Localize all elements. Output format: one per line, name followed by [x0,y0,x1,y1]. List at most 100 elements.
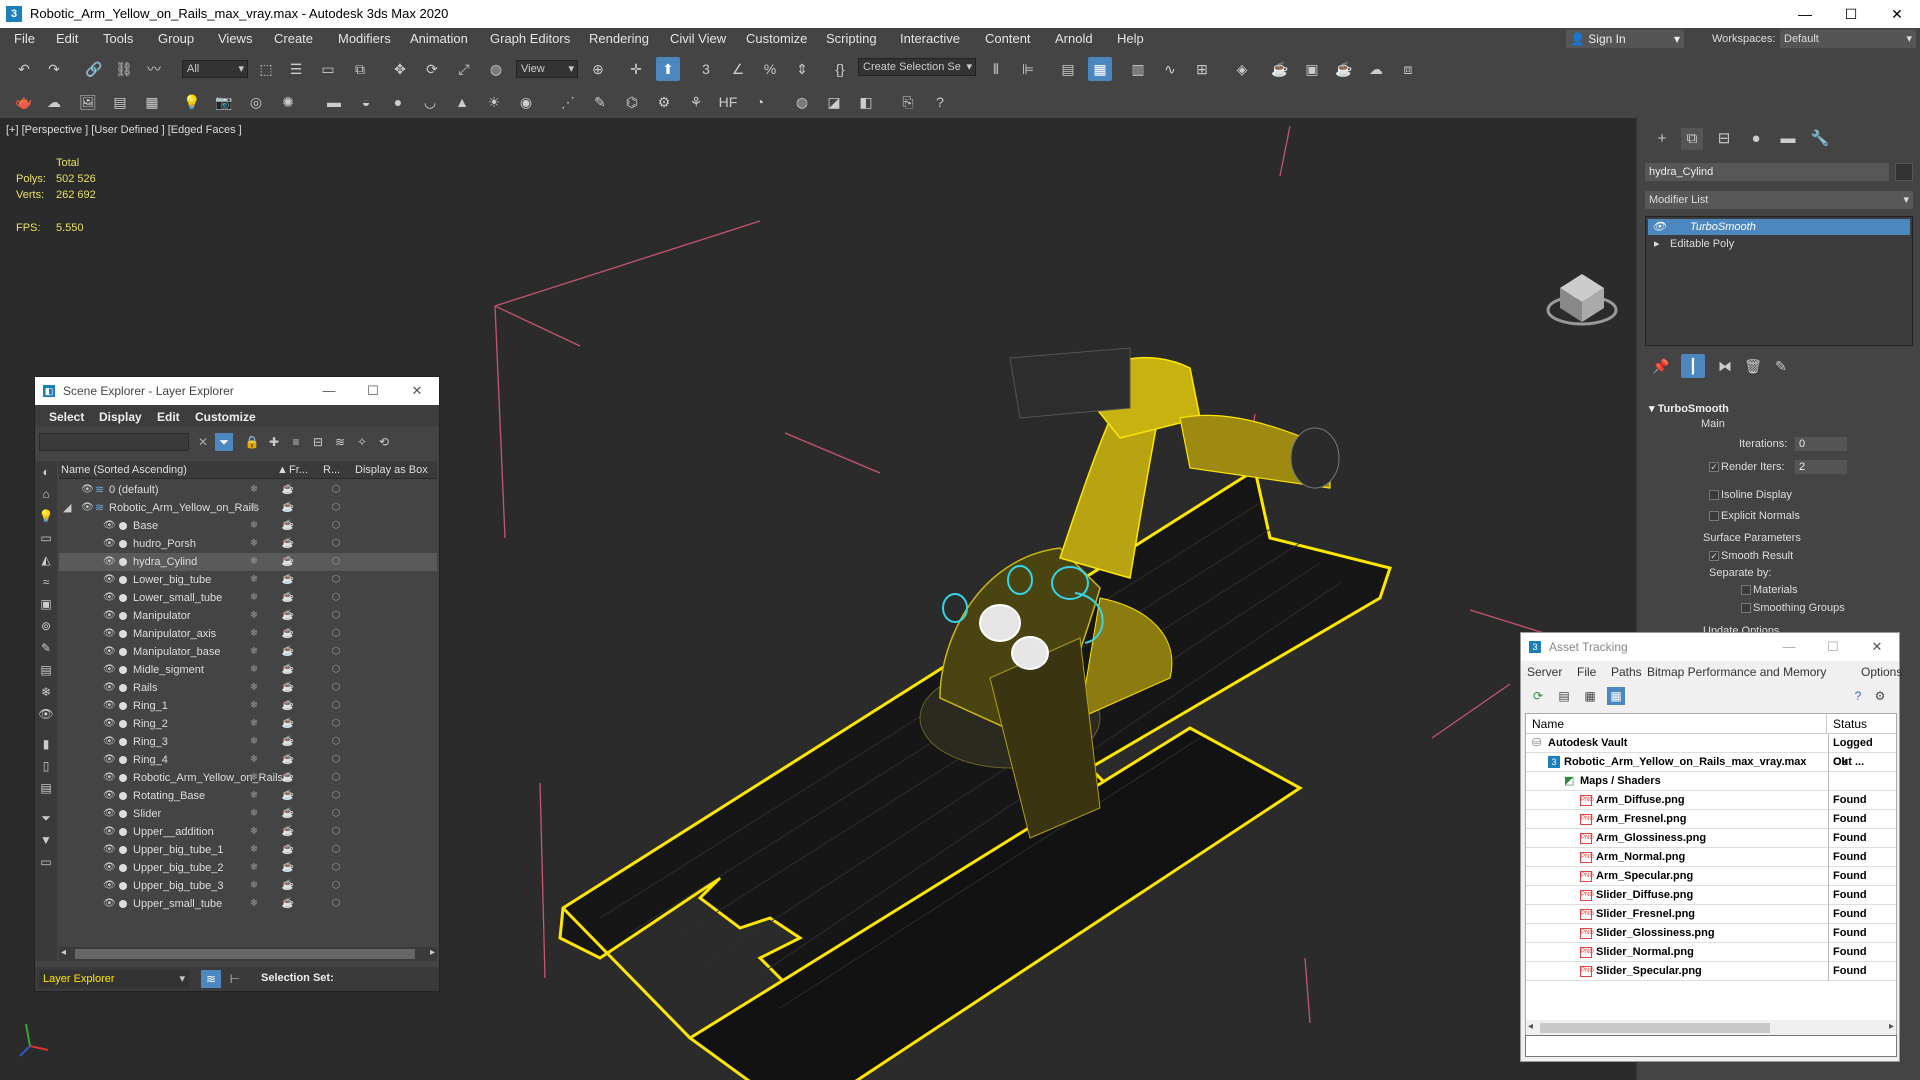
freeze-icon[interactable]: ❄ [247,787,261,805]
freeze-icon[interactable]: ❄ [247,697,261,715]
explicit-normals-checkbox[interactable] [1709,511,1719,521]
box-display-icon[interactable]: ⬡ [329,607,343,625]
render-icon[interactable]: ☕ [281,589,295,607]
camera-icon[interactable]: 📷 [212,90,236,114]
scroll-left-icon[interactable]: ◂ [1528,1021,1533,1032]
freeze-icon[interactable]: ❄ [247,643,261,661]
hair-icon[interactable]: HF [716,90,740,114]
modify-tab-icon[interactable]: ⧉ [1681,128,1703,150]
asset-row[interactable]: 3 Robotic_Arm_Yellow_on_Rails_max_vray.m… [1526,753,1896,772]
light-icon[interactable]: 💡 [180,90,204,114]
render-icon[interactable]: ☕ [281,553,295,571]
visibility-eye-icon[interactable]: 👁 [103,535,116,553]
object-row[interactable]: 👁 Upper_big_tube_3 ❄ ☕ ⬡ [59,877,437,895]
object-row[interactable]: 👁 Upper__addition ❄ ☕ ⬡ [59,823,437,841]
render-production-icon[interactable]: ☕ [1332,57,1356,81]
freeze-icon[interactable]: ❄ [247,715,261,733]
at-menu-file[interactable]: File [1577,665,1596,679]
menu-arnold[interactable]: Arnold [1055,31,1093,46]
menu-views[interactable]: Views [218,31,252,46]
make-unique-icon[interactable]: ⧓ [1713,354,1737,378]
teapot-icon[interactable]: 🫖 [12,90,36,114]
object-row[interactable]: 👁 Upper_big_tube_1 ❄ ☕ ⬡ [59,841,437,859]
cloud-icon[interactable]: ☁ [42,90,66,114]
box-display-icon[interactable]: ⬡ [329,499,343,517]
box-display-icon[interactable]: ⬡ [329,481,343,499]
proxy-icon[interactable]: ✎ [588,90,612,114]
visibility-eye-icon[interactable]: 👁 [103,895,116,913]
se-maximize-button[interactable]: ☐ [351,377,395,405]
object-row[interactable]: 👁 Base ❄ ☕ ⬡ [59,517,437,535]
render-icon[interactable]: ☕ [281,535,295,553]
particles-icon[interactable]: ✺ [276,90,300,114]
at-path-field[interactable] [1525,1035,1897,1057]
menu-civil-view[interactable]: Civil View [670,31,726,46]
layers-icon[interactable]: ≋ [331,433,349,451]
scroll-left-icon[interactable]: ◂ [61,947,66,958]
render-icon[interactable]: ☕ [281,733,295,751]
motion-tab-icon[interactable]: ● [1745,128,1767,150]
visibility-eye-icon[interactable]: 👁 [103,589,116,607]
display-tab-icon[interactable]: ▬ [1777,128,1799,150]
freeze-icon[interactable]: ❄ [247,733,261,751]
curve-editor-icon[interactable]: ∿ [1158,57,1182,81]
rollout-title[interactable]: ▾ TurboSmooth [1649,402,1729,415]
render-in-cloud-icon[interactable]: ☁ [1364,57,1388,81]
rotate-icon[interactable]: ⟳ [420,57,444,81]
column-render-header[interactable]: R... [323,461,340,479]
utilities-tab-icon[interactable]: 🔧 [1809,128,1831,150]
visibility-eye-icon[interactable]: 👁 [103,877,116,895]
se-menu-customize[interactable]: Customize [195,410,256,424]
visibility-eye-icon[interactable]: 👁 [103,697,116,715]
help-icon[interactable]: ? [1849,687,1867,705]
freeze-icon[interactable]: ❄ [247,805,261,823]
layer-row[interactable]: ◢ 👁 ≋ Robotic_Arm_Yellow_on_Rails ❄ ☕ ⬡ [59,499,437,517]
hierarchy-tab-icon[interactable]: ⊟ [1713,128,1735,150]
smoothing-groups-checkbox[interactable] [1741,603,1751,613]
create-selection-set-dropdown[interactable]: Create Selection Se ▾ [858,58,976,76]
mirror-icon[interactable]: ⫴ [984,57,1008,81]
asset-row[interactable]: PNG Slider_Specular.png Found [1526,962,1896,981]
sync-icon[interactable]: ⟲ [375,433,393,451]
object-row[interactable]: 👁 Upper_big_tube_2 ❄ ☕ ⬡ [59,859,437,877]
visibility-eye-icon[interactable]: 👁 [103,553,116,571]
object-row[interactable]: 👁 Lower_big_tube ❄ ☕ ⬡ [59,571,437,589]
dome-icon[interactable]: ◒ [354,90,378,114]
se-menu-display[interactable]: Display [99,410,142,424]
box-display-icon[interactable]: ⬡ [329,679,343,697]
box-display-icon[interactable]: ⬡ [329,751,343,769]
material-editor-icon[interactable]: ◈ [1230,57,1254,81]
bind-space-warp-icon[interactable]: 〰 [142,57,166,81]
redo-icon[interactable]: ↷ [42,57,66,81]
image-icon[interactable]: 🖼 [76,90,100,114]
asset-row[interactable]: PNG Arm_Glossiness.png Found [1526,829,1896,848]
visibility-eye-icon[interactable]: 👁 [103,607,116,625]
toggle-scene-explorer-icon[interactable]: ▤ [1056,57,1080,81]
list-icon[interactable]: ▤ [108,90,132,114]
menu-customize[interactable]: Customize [746,31,807,46]
material-library-icon[interactable]: ◪ [822,90,846,114]
render-icon[interactable]: ☕ [281,877,295,895]
rect-selection-icon[interactable]: ▭ [316,57,340,81]
render-icon[interactable]: ☕ [281,679,295,697]
box-display-icon[interactable]: ⬡ [329,877,343,895]
render-shortcut-icon[interactable]: ⧈ [1396,57,1420,81]
se-menu-select[interactable]: Select [49,410,84,424]
box-display-icon[interactable]: ⬡ [329,625,343,643]
render-icon[interactable]: ☕ [281,787,295,805]
column-freeze-header[interactable]: Fr... [289,461,308,479]
render-icon[interactable]: ☕ [281,625,295,643]
render-icon[interactable]: ☕ [281,481,295,499]
object-row[interactable]: 👁 hydra_Cylind ❄ ☕ ⬡ [59,553,437,571]
isoline-checkbox[interactable] [1709,490,1719,500]
box-display-icon[interactable]: ⬡ [329,517,343,535]
visibility-eye-icon[interactable]: 👁 [103,751,116,769]
object-row[interactable]: 👁 Rails ❄ ☕ ⬡ [59,679,437,697]
freeze-icon[interactable]: ❄ [247,661,261,679]
filter-funnel-icon[interactable]: ⏷ [38,811,54,826]
visibility-eye-icon[interactable]: 👁 [81,481,94,499]
render-iters-checkbox[interactable]: ✓ [1709,462,1719,472]
remove-modifier-icon[interactable]: 🗑 [1741,354,1765,378]
box-display-icon[interactable]: ⬡ [329,661,343,679]
display-hidden-icon[interactable]: 👁 [38,707,54,721]
